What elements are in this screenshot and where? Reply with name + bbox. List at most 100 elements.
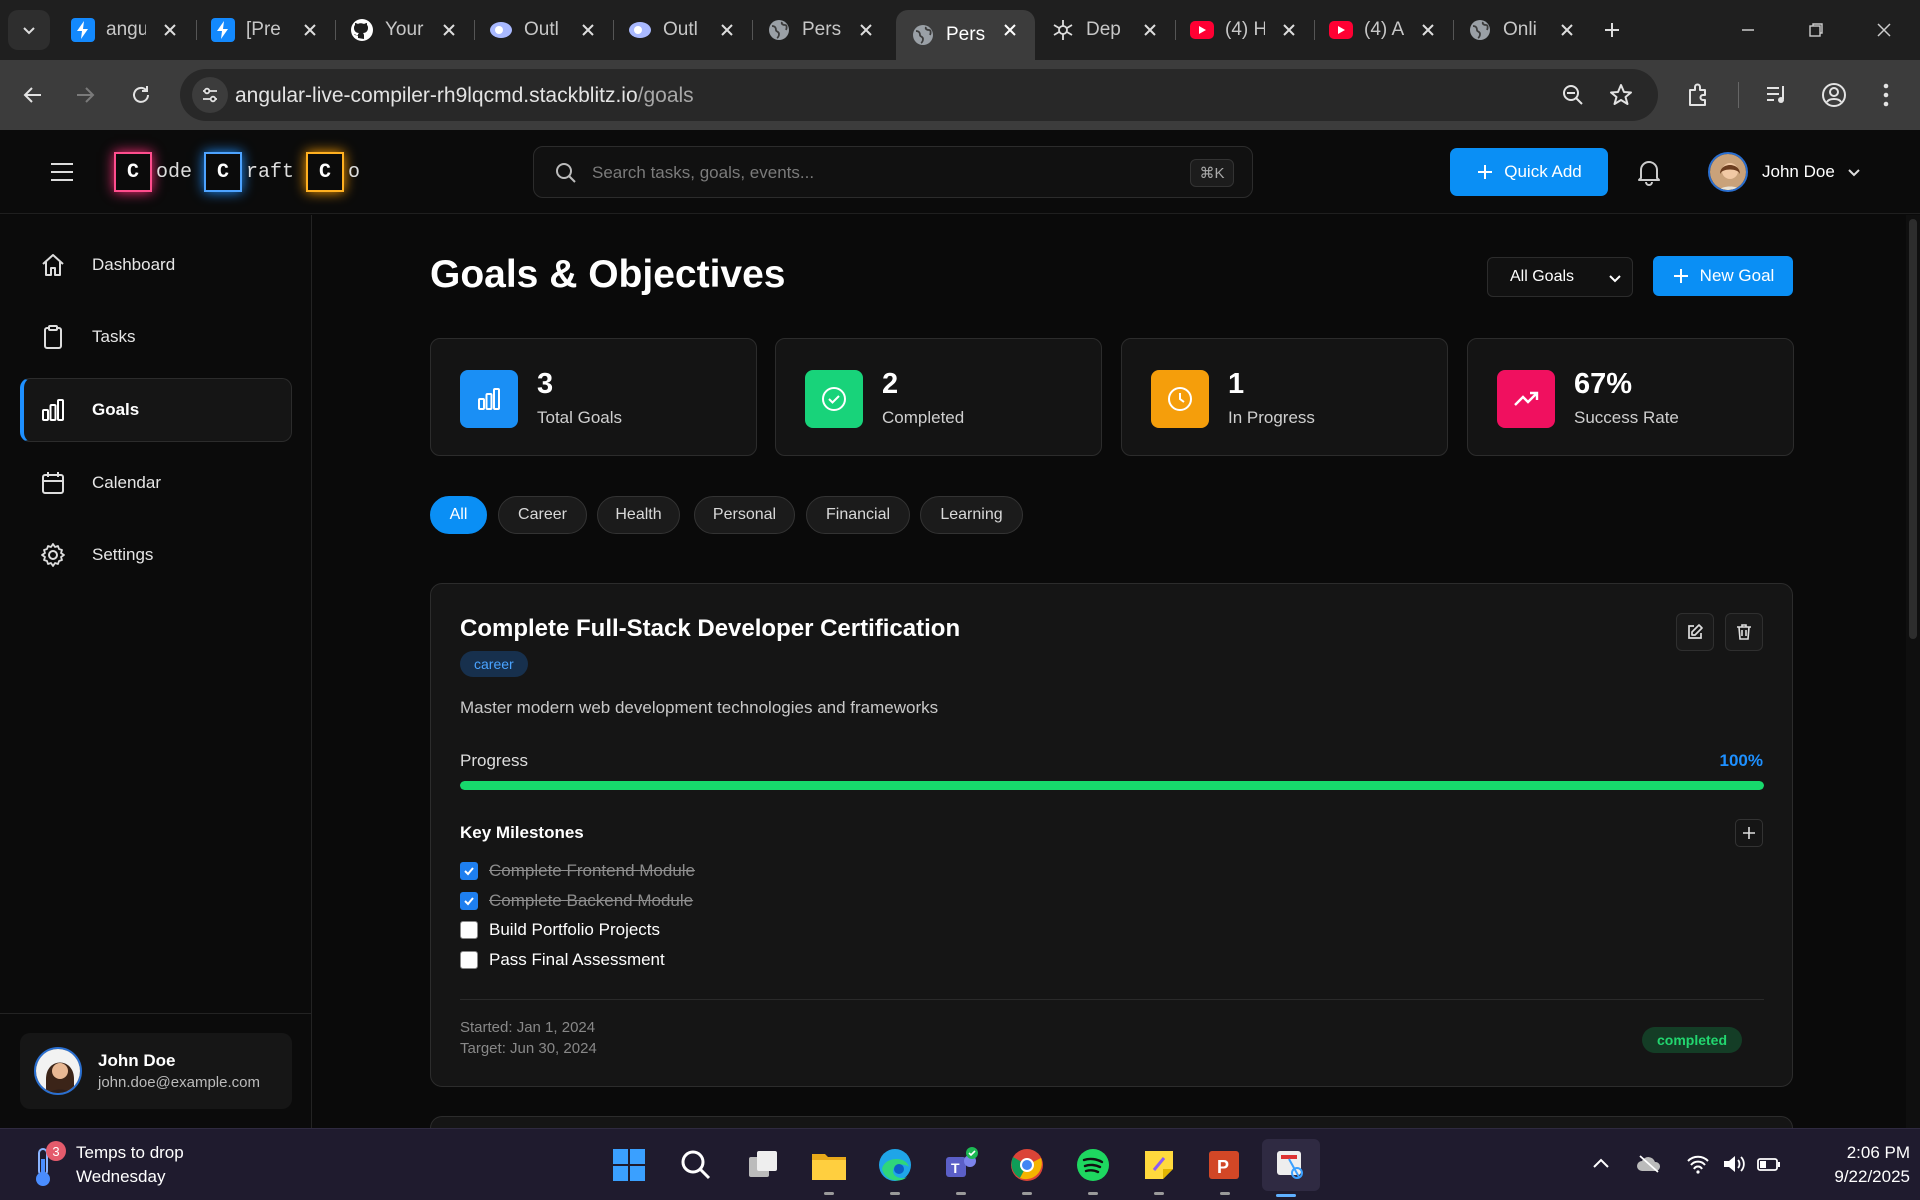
close-icon[interactable] bbox=[159, 19, 181, 41]
quick-add-button[interactable]: Quick Add bbox=[1450, 148, 1608, 196]
sidebar-user-card[interactable]: John Doe john.doe@example.com bbox=[20, 1033, 292, 1109]
weather-widget[interactable]: 3 Temps to drop Wednesday bbox=[26, 1139, 184, 1191]
search-icon bbox=[556, 163, 576, 183]
spotify-icon[interactable] bbox=[1069, 1141, 1117, 1195]
milestone-item[interactable]: Complete Frontend Module bbox=[460, 859, 695, 883]
new-tab-button[interactable] bbox=[1596, 14, 1628, 46]
onedrive-icon[interactable] bbox=[1636, 1153, 1662, 1175]
close-icon[interactable] bbox=[855, 19, 877, 41]
check-circle-icon bbox=[822, 387, 846, 411]
category-pill-financial[interactable]: Financial bbox=[806, 496, 910, 534]
tune-icon bbox=[203, 87, 217, 103]
teams-icon[interactable]: T bbox=[937, 1141, 985, 1195]
browser-tab[interactable]: (4) H bbox=[1175, 10, 1314, 50]
task-view-icon[interactable] bbox=[739, 1141, 787, 1189]
goal-filter-select[interactable]: All Goals bbox=[1487, 257, 1633, 297]
system-clock[interactable]: 2:06 PM 9/22/2025 bbox=[1790, 1141, 1910, 1189]
scrollbar-thumb[interactable] bbox=[1909, 219, 1917, 639]
milestone-item[interactable]: Pass Final Assessment bbox=[460, 948, 665, 972]
close-icon[interactable] bbox=[1556, 19, 1578, 41]
powerpoint-icon[interactable]: P bbox=[1201, 1141, 1249, 1195]
browser-tab[interactable]: (4) A bbox=[1314, 10, 1453, 50]
category-pill-health[interactable]: Health bbox=[597, 496, 680, 534]
sidebar-item-tasks[interactable]: Tasks bbox=[20, 305, 292, 369]
sticky-notes-icon[interactable] bbox=[1135, 1141, 1183, 1195]
bell-icon[interactable] bbox=[1636, 158, 1662, 186]
browser-tab[interactable]: Outl bbox=[613, 10, 752, 50]
browser-tab[interactable]: Pers bbox=[752, 10, 891, 50]
minimize-button[interactable] bbox=[1728, 14, 1768, 46]
tab-search-button[interactable] bbox=[8, 10, 50, 50]
battery-icon[interactable] bbox=[1756, 1153, 1782, 1175]
star-icon[interactable] bbox=[1609, 83, 1633, 107]
browser-tab[interactable]: Onli bbox=[1453, 10, 1592, 50]
milestone-checkbox[interactable] bbox=[460, 921, 478, 939]
profile-icon[interactable] bbox=[1820, 81, 1848, 109]
close-icon[interactable] bbox=[1139, 19, 1161, 41]
browser-tab[interactable]: Outl bbox=[474, 10, 613, 50]
forward-button[interactable] bbox=[64, 74, 106, 116]
browser-tab[interactable]: [Pre bbox=[196, 10, 335, 50]
milestone-text: Pass Final Assessment bbox=[489, 950, 665, 969]
close-icon[interactable] bbox=[716, 19, 738, 41]
milestone-item[interactable]: Build Portfolio Projects bbox=[460, 918, 660, 942]
outlier-icon bbox=[627, 17, 653, 43]
sidebar-item-dashboard[interactable]: Dashboard bbox=[20, 233, 292, 297]
milestone-checkbox[interactable] bbox=[460, 892, 478, 910]
browser-tab[interactable]: Dep bbox=[1036, 10, 1175, 50]
close-window-button[interactable] bbox=[1864, 14, 1904, 46]
category-pill-learning[interactable]: Learning bbox=[920, 496, 1023, 534]
category-pill-personal[interactable]: Personal bbox=[694, 496, 795, 534]
user-menu[interactable]: John Doe bbox=[1708, 152, 1861, 192]
address-bar[interactable]: angular-live-compiler-rh9lqcmd.stackblit… bbox=[180, 69, 1658, 121]
chevron-up-icon[interactable] bbox=[1590, 1153, 1612, 1175]
sidebar-item-goals[interactable]: Goals bbox=[20, 378, 292, 442]
snipping-tool-icon[interactable] bbox=[1262, 1139, 1320, 1197]
add-milestone-button[interactable] bbox=[1735, 819, 1763, 847]
restore-button[interactable] bbox=[1796, 14, 1836, 46]
chrome-icon[interactable] bbox=[1003, 1141, 1051, 1195]
sidebar-item-settings[interactable]: Settings bbox=[20, 523, 292, 587]
extensions-icon[interactable] bbox=[1686, 82, 1712, 108]
zoom-icon[interactable] bbox=[1561, 83, 1585, 107]
search-input[interactable] bbox=[592, 160, 1152, 186]
milestone-item[interactable]: Complete Backend Module bbox=[460, 889, 693, 913]
edge-icon[interactable] bbox=[871, 1141, 919, 1195]
edit-goal-button[interactable] bbox=[1676, 613, 1714, 651]
avatar bbox=[1708, 152, 1748, 192]
stat-label: Completed bbox=[882, 408, 965, 427]
file-explorer-icon[interactable] bbox=[805, 1141, 853, 1195]
browser-tab-active[interactable]: Pers bbox=[896, 10, 1035, 60]
close-icon[interactable] bbox=[999, 19, 1021, 41]
media-control-icon[interactable] bbox=[1764, 82, 1790, 108]
app-logo[interactable]: C ode C raft C o bbox=[114, 152, 372, 192]
category-pill-career[interactable]: Career bbox=[498, 496, 587, 534]
wifi-icon[interactable] bbox=[1686, 1153, 1710, 1175]
browser-tab[interactable]: Your bbox=[335, 10, 474, 50]
edit-icon bbox=[1688, 624, 1703, 639]
search-icon[interactable] bbox=[672, 1141, 720, 1189]
milestone-checkbox[interactable] bbox=[460, 951, 478, 969]
site-info-button[interactable] bbox=[192, 77, 228, 113]
sidebar-item-label: Tasks bbox=[92, 327, 136, 346]
milestone-checkbox[interactable] bbox=[460, 862, 478, 880]
close-icon[interactable] bbox=[438, 19, 460, 41]
back-button[interactable] bbox=[12, 74, 54, 116]
close-icon[interactable] bbox=[1278, 19, 1300, 41]
windows-start-icon[interactable] bbox=[605, 1141, 653, 1189]
sidebar-item-calendar[interactable]: Calendar bbox=[20, 451, 292, 515]
close-icon[interactable] bbox=[1417, 19, 1439, 41]
delete-goal-button[interactable] bbox=[1725, 613, 1763, 651]
menu-toggle-button[interactable] bbox=[46, 158, 78, 186]
scrollbar[interactable] bbox=[1906, 215, 1920, 1128]
url-text[interactable]: angular-live-compiler-rh9lqcmd.stackblit… bbox=[235, 84, 694, 108]
sidebar: Dashboard Tasks Goals Calendar Settings … bbox=[0, 215, 312, 1128]
more-vertical-icon[interactable] bbox=[1876, 81, 1896, 109]
volume-icon[interactable] bbox=[1722, 1153, 1746, 1175]
close-icon[interactable] bbox=[577, 19, 599, 41]
browser-tab[interactable]: angu bbox=[56, 10, 195, 50]
new-goal-button[interactable]: New Goal bbox=[1653, 256, 1793, 296]
category-pill-all[interactable]: All bbox=[430, 496, 487, 534]
close-icon[interactable] bbox=[299, 19, 321, 41]
reload-button[interactable] bbox=[120, 74, 162, 116]
